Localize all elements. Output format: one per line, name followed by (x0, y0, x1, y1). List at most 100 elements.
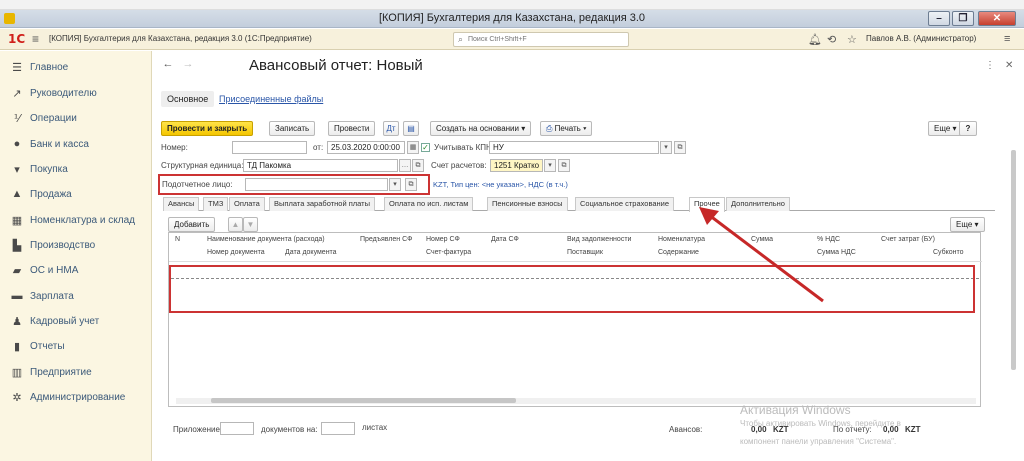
browser-top-strip (0, 0, 1024, 10)
annotation-arrow (699, 207, 824, 303)
bell-icon[interactable]: 🔔︎ (808, 33, 822, 46)
hamburger-menu-icon[interactable]: ≡ (32, 32, 39, 46)
tab-writ-payment[interactable]: Оплата по исп. листам (384, 197, 474, 211)
scroll-thumb[interactable] (211, 398, 516, 403)
person-field[interactable] (245, 178, 388, 191)
number-label: Номер: (161, 143, 188, 152)
sidebar-item-enterprise[interactable]: ▥ Предприятие (0, 362, 152, 384)
sidebar: ☰ Главное ↗ Руководителю ⅟ Операции ● Банк и… (0, 51, 152, 461)
horizontal-scrollbar[interactable] (176, 398, 976, 404)
sidebar-item-admin[interactable]: ✲ Администрирование (0, 387, 152, 409)
document-form: ← → Авансовый отчет: Новый ⋮ ✕ Основное … (153, 51, 1024, 461)
col-header-cost-account: Счет затрат (БУ) (881, 236, 935, 243)
col-header-invoice: Счет-фактура (426, 249, 472, 256)
print-button[interactable]: ⎙ Печать ▾ (540, 121, 593, 136)
activation-watermark-line3: компонент панели управления "Система". (740, 437, 897, 446)
attachment-label: Приложение: (173, 425, 223, 434)
kpn-open-icon[interactable]: ⧉ (674, 141, 686, 154)
post-and-close-button[interactable]: Провести и закрыть (161, 121, 254, 136)
current-user[interactable]: Павлов А.В. (Администратор) (866, 34, 976, 43)
sidebar-item-purchase[interactable]: ▾ Покупка (0, 159, 152, 181)
tab-attached-files[interactable]: Присоединенные файлы (219, 94, 323, 104)
kpn-label: Учитывать КПН (434, 143, 492, 152)
warehouse-icon: ▦ (11, 215, 23, 227)
sidebar-item-reports[interactable]: ▮ Отчеты (0, 336, 152, 358)
sidebar-item-warehouse[interactable]: ▦ Номенклатура и склад (0, 210, 152, 232)
other-expenses-table: N Наименование документа (расхода) Предъ… (168, 232, 982, 407)
search-input[interactable] (468, 34, 626, 45)
sidebar-item-main[interactable]: ☰ Главное (0, 57, 152, 79)
number-field[interactable] (232, 141, 307, 154)
sidebar-item-sales[interactable]: ▲ Продажа (0, 184, 152, 206)
add-row-button[interactable]: Добавить (168, 217, 216, 232)
money-icon: ▬ (11, 290, 23, 302)
post-button[interactable]: Провести (328, 121, 376, 136)
activation-watermark-title: Активация Windows (740, 403, 851, 417)
forward-arrow-icon[interactable]: → (181, 58, 195, 72)
settings-menu-icon[interactable]: ≡ (1004, 33, 1010, 45)
sidebar-item-fixed-assets[interactable]: ▰ ОС и НМА (0, 260, 152, 282)
minimize-button[interactable]: – (928, 11, 950, 26)
sheets-count-field[interactable] (321, 422, 355, 435)
truck-icon: ▰ (12, 265, 22, 277)
account-field[interactable]: 1251 Кратко (490, 159, 543, 172)
account-label: Счет расчетов: (431, 161, 487, 170)
bank-icon: ● (13, 138, 21, 150)
date-field[interactable]: 25.03.2020 0:00:00 (327, 141, 405, 154)
close-window-button[interactable]: ✕ (978, 11, 1016, 26)
account-dropdown-icon[interactable]: ▾ (544, 159, 556, 172)
move-up-icon[interactable]: ▲ (228, 217, 243, 232)
person-open-icon[interactable]: ⧉ (405, 178, 417, 191)
sidebar-item-director[interactable]: ↗ Руководителю (0, 83, 152, 105)
kpn-dropdown-icon[interactable]: ▾ (660, 141, 672, 154)
col-header-invoice-date: Дата СФ (491, 236, 519, 243)
attachment-count-field[interactable] (220, 422, 254, 435)
search-icon: ⌕ (458, 34, 464, 44)
col-header-n: N (175, 236, 181, 243)
tab-salary-payout[interactable]: Выплата заработной платы (269, 197, 375, 211)
grid-more-button[interactable]: Еще ▾ (950, 217, 985, 232)
more-button[interactable]: Еще ▾ (928, 121, 963, 136)
structure-icon[interactable]: ▤ (403, 121, 419, 136)
account-open-icon[interactable]: ⧉ (558, 159, 570, 172)
tab-pension[interactable]: Пенсионные взносы (487, 197, 568, 211)
history-icon[interactable]: ⟲ (827, 33, 836, 46)
tab-social-insurance[interactable]: Социальное страхование (575, 197, 675, 211)
create-based-on-button[interactable]: Создать на основании ▾ (430, 121, 532, 136)
close-icon[interactable]: ✕ (1005, 60, 1013, 71)
operations-icon: ⅟ (13, 113, 21, 125)
tab-tmz[interactable]: ТМЗ (203, 197, 229, 211)
kpn-field[interactable]: НУ (489, 141, 659, 154)
unit-field[interactable]: ТД Пакомка (243, 159, 398, 172)
move-down-icon[interactable]: ▼ (243, 217, 258, 232)
currency-settings-link[interactable]: KZT, Тип цен: <не указан>, НДС (в т.ч.) (433, 180, 568, 189)
star-icon[interactable]: ☆ (847, 33, 857, 46)
person-dropdown-icon[interactable]: ▾ (389, 178, 401, 191)
reported-currency: KZT (905, 425, 921, 434)
vertical-scrollbar[interactable] (1011, 120, 1017, 390)
sidebar-item-hr[interactable]: ♟ Кадровый учет (0, 311, 152, 333)
activation-watermark-line2: Чтобы активировать Windows, перейдите в (740, 419, 901, 428)
vertical-scroll-thumb[interactable] (1011, 150, 1016, 370)
save-button[interactable]: Записать (269, 121, 316, 136)
sidebar-item-salary[interactable]: ▬ Зарплата (0, 286, 152, 308)
tab-payment[interactable]: Оплата (229, 197, 265, 211)
unit-open-icon[interactable]: ⧉ (412, 159, 424, 172)
sidebar-item-production[interactable]: ▙ Производство (0, 235, 152, 257)
back-arrow-icon[interactable]: ← (161, 58, 175, 72)
sidebar-item-operations[interactable]: ⅟ Операции (0, 108, 152, 130)
global-search[interactable]: ⌕ (453, 32, 629, 47)
col-header-invoice-presented: Предъявлен СФ (360, 236, 413, 243)
help-button[interactable]: ? (959, 121, 977, 136)
kpn-checkbox[interactable]: ✓ (421, 143, 430, 152)
unit-dropdown-icon[interactable]: … (399, 159, 411, 172)
sidebar-item-bank[interactable]: ● Банк и касса (0, 134, 152, 156)
dt-kt-icon[interactable]: Дт (383, 121, 399, 136)
trend-icon: ↗ (12, 88, 22, 100)
maximize-button[interactable]: ❐ (952, 11, 974, 26)
tab-advances[interactable]: Авансы (163, 197, 200, 211)
calendar-icon[interactable]: ▦ (407, 141, 419, 154)
tab-main[interactable]: Основное (161, 91, 215, 107)
date-prefix-label: от: (313, 143, 324, 152)
more-vertical-icon[interactable]: ⋮ (985, 60, 995, 71)
